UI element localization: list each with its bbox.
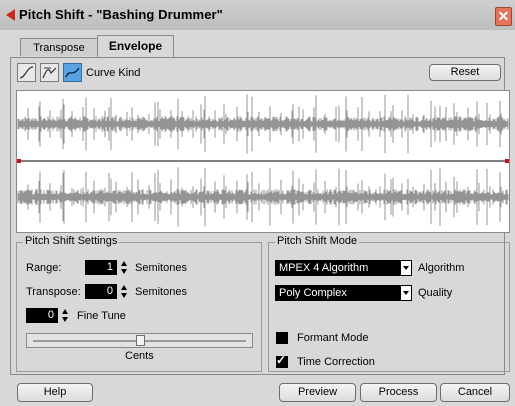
pitch-shift-dialog: Pitch Shift - "Bashing Drummer" ✕ Transp… [0,0,515,406]
algorithm-value: MPEX 4 Algorithm [279,262,369,274]
spin-down-icon [62,317,68,322]
pitch-shift-settings-label: Pitch Shift Settings [23,235,120,247]
range-unit: Semitones [135,262,187,274]
curve-spline-icon [65,67,80,78]
range-spinner[interactable] [120,260,129,275]
spin-down-icon [121,269,127,274]
curve-smooth-icon [19,66,34,79]
waveform-channel-right-path [17,167,509,227]
tab-transpose[interactable]: Transpose [20,38,98,56]
curve-kind-smooth-button[interactable] [17,63,36,82]
slider-thumb[interactable] [136,335,145,346]
spin-up-icon [62,309,68,314]
waveform-channel-left [17,94,509,154]
waveform-display[interactable] [16,90,510,233]
quality-value: Poly Complex [279,287,347,299]
formant-mode-checkbox[interactable] [276,332,288,344]
envelope-point-end[interactable] [505,159,509,163]
curve-kind-spline-button[interactable] [63,63,82,82]
transpose-spinner[interactable] [120,284,129,299]
time-correction-checkbox[interactable]: ✓ [276,353,288,368]
cents-slider[interactable] [26,333,253,348]
transpose-unit: Semitones [135,286,187,298]
curve-kind-label: Curve Kind [86,67,141,79]
curve-bezier-icon [42,67,57,79]
title-bar[interactable]: Pitch Shift - "Bashing Drummer" ✕ [0,0,515,30]
pitch-shift-mode-label: Pitch Shift Mode [275,235,360,247]
waveform-svg [17,94,509,227]
algorithm-label: Algorithm [418,262,465,274]
envelope-point-start[interactable] [17,159,21,163]
help-button[interactable]: Help [17,383,93,402]
range-input[interactable]: 1 [85,260,117,275]
fine-tune-spinner[interactable] [61,308,70,323]
transpose-input[interactable]: 0 [85,284,117,299]
close-button[interactable]: ✕ [495,7,512,26]
spin-up-icon [121,261,127,266]
algorithm-dropdown[interactable]: MPEX 4 Algorithm [275,260,412,276]
quality-label: Quality [418,287,453,299]
range-label: Range: [26,262,62,274]
transpose-label: Transpose: [26,286,81,298]
curve-kind-bezier-button[interactable] [40,63,59,82]
reset-button[interactable]: Reset [429,64,501,81]
spin-down-icon [121,293,127,298]
waveform-channel-left-path [17,94,509,154]
fine-tune-label: Fine Tune [77,310,126,322]
formant-mode-label: Formant Mode [297,332,369,344]
window-title: Pitch Shift - "Bashing Drummer" [19,7,223,22]
time-correction-label: Time Correction [297,356,375,368]
cents-label: Cents [125,350,154,362]
preview-button[interactable]: Preview [279,383,356,402]
fine-tune-input[interactable]: 0 [26,308,58,323]
cubase-logo-icon [6,9,15,21]
close-icon: ✕ [497,8,510,24]
checkmark-icon: ✓ [276,353,287,367]
waveform-channel-right [17,167,509,227]
chevron-down-icon [400,285,412,301]
process-button[interactable]: Process [360,383,437,402]
chevron-down-icon [400,260,412,276]
cancel-button[interactable]: Cancel [440,383,510,402]
tab-envelope[interactable]: Envelope [97,35,174,57]
quality-dropdown[interactable]: Poly Complex [275,285,412,301]
spin-up-icon [121,285,127,290]
